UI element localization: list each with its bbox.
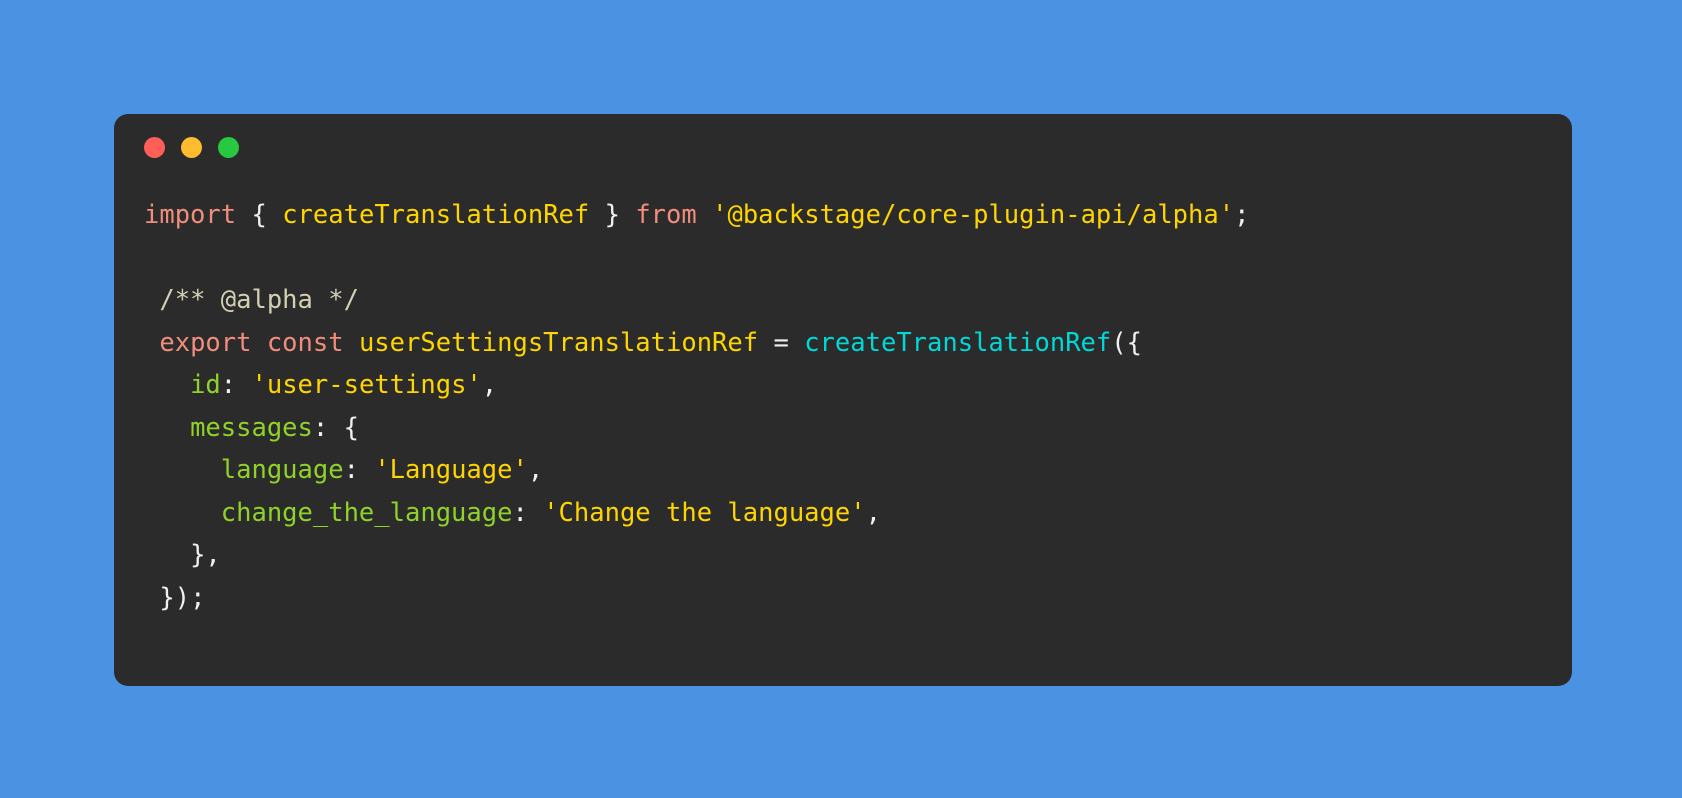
code-token: '@backstage/core-plugin-api/alpha'	[712, 200, 1235, 230]
code-snippet-window: import { createTranslationRef } from '@b…	[114, 114, 1572, 686]
close-window-icon[interactable]	[144, 136, 165, 158]
code-token: ,	[481, 370, 498, 400]
code-line: },	[144, 534, 1542, 577]
code-token: 'user-settings'	[251, 370, 482, 400]
code-token: ,	[527, 455, 544, 485]
code-token: =	[773, 327, 789, 358]
code-line: id: 'user-settings',	[144, 364, 1542, 407]
code-line: messages: {	[144, 407, 1542, 450]
code-line: language: 'Language',	[144, 449, 1542, 492]
code-token: :	[343, 455, 375, 485]
code-token: /** @alpha */	[159, 285, 359, 315]
window-titlebar	[114, 114, 1572, 180]
code-token: from	[635, 200, 697, 230]
code-token: id	[190, 370, 221, 400]
screenshot-canvas: import { createTranslationRef } from '@b…	[0, 0, 1682, 798]
code-line: import { createTranslationRef } from '@b…	[144, 194, 1542, 237]
code-token: ;	[1234, 200, 1250, 230]
code-token: export const	[159, 327, 344, 358]
code-token: },	[190, 540, 221, 570]
code-token: ({	[1111, 327, 1142, 358]
code-line: /** @alpha */	[144, 279, 1542, 322]
code-token: :	[220, 370, 252, 400]
code-token: createTranslationRef	[282, 200, 590, 230]
code-line: export const userSettingsTranslationRef …	[144, 322, 1542, 365]
code-token: });	[159, 582, 206, 613]
code-token: {	[251, 200, 267, 230]
code-token: language	[220, 455, 344, 485]
code-token: change_the_language	[220, 497, 513, 528]
code-token: }	[604, 200, 620, 230]
code-line: });	[144, 577, 1542, 620]
code-token: messages	[190, 412, 313, 443]
code-token: 'Language'	[374, 455, 528, 485]
code-token: ,	[865, 497, 881, 528]
code-token: :	[312, 412, 344, 443]
code-line: change_the_language: 'Change the languag…	[144, 492, 1542, 535]
minimize-window-icon[interactable]	[181, 136, 202, 158]
code-token: userSettingsTranslationRef	[358, 327, 759, 358]
maximize-window-icon[interactable]	[218, 136, 239, 158]
code-block[interactable]: import { createTranslationRef } from '@b…	[144, 194, 1542, 619]
code-body: import { createTranslationRef } from '@b…	[114, 180, 1572, 619]
code-token: import	[144, 200, 237, 230]
code-token: createTranslationRef	[804, 327, 1112, 358]
code-token: :	[512, 497, 544, 528]
code-token: {	[343, 412, 359, 443]
code-token: 'Change the language'	[543, 497, 866, 528]
